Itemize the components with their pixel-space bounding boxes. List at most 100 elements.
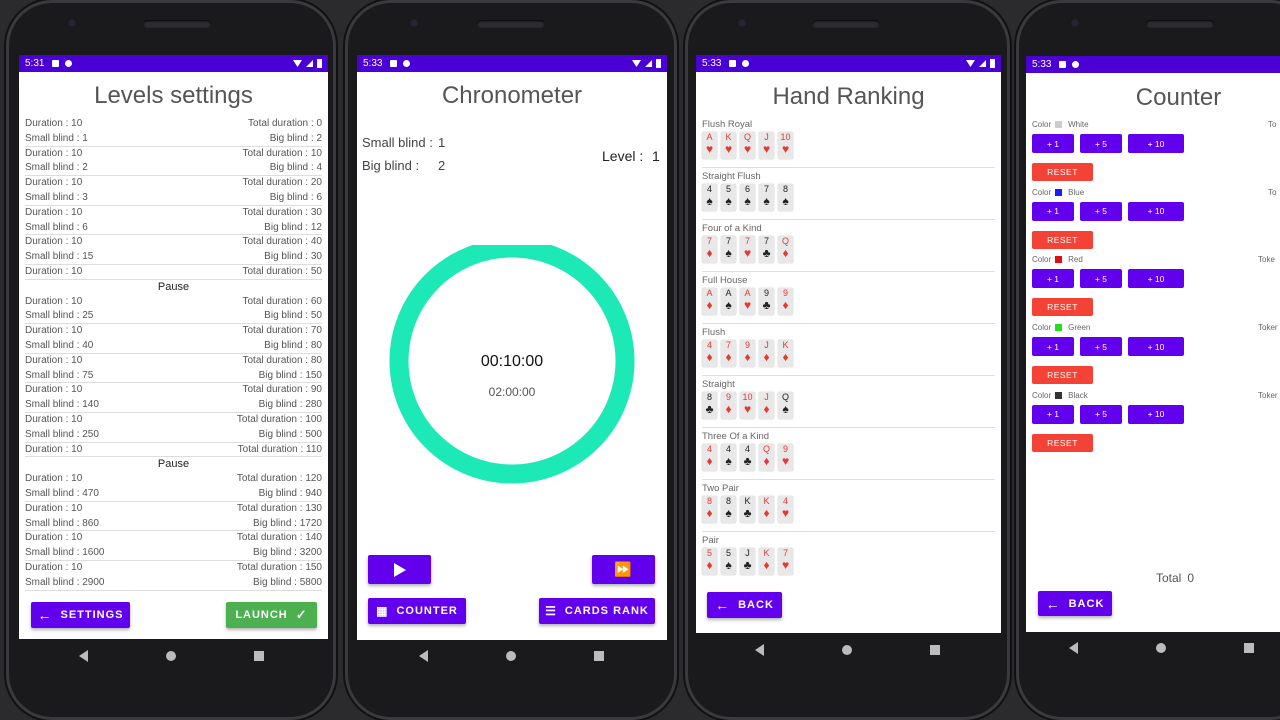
playing-card: 6 ♠: [740, 184, 755, 211]
level-row[interactable]: Duration : 10 Total duration : 0: [25, 118, 322, 129]
plus-10-button[interactable]: + 10: [1128, 201, 1184, 221]
blind-row[interactable]: Small blind : 2900 Big blind : 5800: [25, 577, 322, 588]
big-blind-value: 12: [310, 221, 322, 233]
card-suit-icon: ♥: [781, 142, 790, 156]
counter-button[interactable]: ▦ COUNTER: [368, 598, 466, 624]
blind-row[interactable]: Small blind : 1600 Big blind : 3200: [25, 547, 322, 558]
wifi-icon: [632, 60, 641, 67]
plus-1-button[interactable]: + 1: [1032, 134, 1074, 153]
blind-row[interactable]: Small blind : 860 Big blind : 1720: [25, 518, 322, 529]
nav-back-icon[interactable]: [755, 644, 764, 656]
plus-10-button[interactable]: + 10: [1128, 404, 1184, 424]
plus-1-button[interactable]: + 1: [1032, 201, 1074, 221]
reset-button[interactable]: RESET: [1032, 366, 1093, 385]
launch-button[interactable]: LAUNCH ✓: [226, 602, 317, 628]
plus-10-button[interactable]: + 10: [1128, 269, 1184, 289]
level-row[interactable]: Duration : 10 Total duration : 150: [25, 562, 322, 573]
skip-forward-button[interactable]: ⏩: [592, 555, 655, 584]
hand-cards: 8 ♦ 8 ♠ K ♣ K ♦ 4 ♥: [702, 496, 793, 523]
nav-back-icon[interactable]: [418, 650, 428, 662]
plus-5-button[interactable]: + 5: [1080, 269, 1122, 289]
play-button[interactable]: [368, 555, 431, 584]
playing-card: 8 ♠: [778, 184, 793, 211]
plus-10-button[interactable]: + 10: [1128, 134, 1184, 153]
blind-row[interactable]: Small blind : 25 Big blind : 50: [25, 310, 322, 321]
blind-row[interactable]: Small blind : 40 Big blind : 80: [25, 340, 322, 351]
plus-5-button[interactable]: + 5: [1080, 134, 1122, 153]
level-row[interactable]: Duration : 10 Total duration : 60: [25, 296, 322, 307]
nav-back-icon[interactable]: [1068, 642, 1078, 654]
reset-button[interactable]: RESET: [1032, 230, 1093, 249]
small-blind-label: Small blind :: [25, 488, 80, 499]
playing-card: 4 ♠: [702, 184, 717, 211]
level-row[interactable]: Duration : 10 Total duration : 110: [25, 444, 322, 455]
cards-rank-button[interactable]: ☰ CARDS RANK: [539, 598, 655, 624]
level-row[interactable]: Duration : 10 Total duration : 20: [25, 177, 322, 188]
token-color-row: Color Black: [1032, 391, 1088, 400]
total-duration-label: Total duration :: [236, 532, 303, 544]
duration-label: Duration :: [25, 473, 69, 485]
blind-row[interactable]: Small blind : 2 Big blind : 4: [25, 162, 322, 173]
back-button[interactable]: ← BACK: [1038, 591, 1112, 616]
nav-recent-icon[interactable]: [930, 645, 940, 655]
nav-bar: [1016, 628, 1280, 668]
plus-1-button[interactable]: + 1: [1032, 269, 1074, 289]
speaker-grille: [1146, 20, 1214, 28]
nav-recent-icon[interactable]: [1243, 643, 1254, 653]
total-duration-value: 30: [310, 206, 322, 218]
small-blind-value: 140: [82, 399, 99, 411]
pause-row[interactable]: Pause: [19, 281, 328, 293]
big-blind-label: Big blind :: [264, 310, 309, 322]
plus-5-button[interactable]: + 5: [1080, 404, 1122, 424]
row-divider: [702, 271, 995, 272]
reset-button[interactable]: RESET: [1032, 433, 1093, 452]
playing-card: Q ♦: [759, 444, 774, 471]
blind-row[interactable]: Small blind : 140 Big blind : 280: [25, 399, 322, 410]
level-row[interactable]: Duration : 10 Total duration : 140: [25, 532, 322, 543]
playing-card: A ♥: [740, 288, 755, 315]
pause-row[interactable]: Pause: [19, 458, 328, 470]
playing-card: A ♠: [721, 288, 736, 315]
level-row[interactable]: Duration : 10 Total duration : 70: [25, 325, 322, 336]
nav-back-icon[interactable]: [78, 650, 88, 662]
plus-10-button[interactable]: + 10: [1128, 337, 1184, 357]
plus-1-button[interactable]: + 1: [1032, 404, 1074, 424]
level-row[interactable]: Duration : 10 Total duration : 30: [25, 207, 322, 218]
row-divider: [25, 323, 322, 325]
nav-home-icon[interactable]: [505, 651, 516, 661]
blind-row[interactable]: Small blind : 250 Big blind : 500: [25, 429, 322, 440]
level-row[interactable]: Duration : 10 Total duration : 40: [25, 236, 322, 247]
playing-card: A ♥: [702, 132, 717, 159]
level-row[interactable]: Duration : 10 Total duration : 10: [25, 148, 322, 159]
nav-home-icon[interactable]: [842, 645, 852, 655]
settings-button[interactable]: ← SETTINGS: [31, 602, 130, 628]
nav-home-icon[interactable]: [1155, 643, 1166, 653]
blind-row[interactable]: Small blind : 6 Big blind : 12: [25, 222, 322, 233]
nav-recent-icon[interactable]: [253, 651, 264, 661]
blind-row[interactable]: Small blind : 75 Big blind : 150: [25, 370, 322, 381]
nav-bar: [345, 636, 677, 676]
color-name: White: [1068, 120, 1089, 129]
nav-home-icon[interactable]: [165, 651, 176, 661]
reset-button[interactable]: RESET: [1032, 163, 1093, 181]
level-row[interactable]: Duration : 10 Total duration : 130: [25, 503, 322, 514]
level-row[interactable]: Duration : 10 Total duration : 50: [25, 266, 322, 277]
level-row[interactable]: Duration : 10 Total duration : 120: [25, 473, 322, 484]
level-row[interactable]: Duration : 10 Total duration : 90: [25, 384, 322, 395]
duration-cell: Duration : 10: [25, 444, 82, 455]
back-button[interactable]: ← BACK: [707, 592, 782, 618]
level-row[interactable]: Duration : 10 Total duration : 80: [25, 355, 322, 366]
big-blind-cell: Big blind : 30: [264, 251, 322, 262]
blind-row[interactable]: Small blind : 3 Big blind : 6: [25, 192, 322, 203]
level-row[interactable]: Duration : 10 Total duration : 100: [25, 414, 322, 425]
plus-5-button[interactable]: + 5: [1080, 201, 1122, 221]
blind-row[interactable]: Small blind : 470 Big blind : 940: [25, 488, 322, 499]
reset-button[interactable]: RESET: [1032, 298, 1093, 317]
total-duration-cell: Total duration : 40: [242, 236, 322, 247]
plus-1-button[interactable]: + 1: [1032, 337, 1074, 357]
blind-row[interactable]: Small blind : 1 Big blind : 2: [25, 133, 322, 144]
row-divider: [702, 323, 995, 324]
nav-recent-icon[interactable]: [593, 651, 604, 661]
blind-row[interactable]: Small blind : 15 Big blind : 30: [25, 251, 322, 262]
plus-5-button[interactable]: + 5: [1080, 337, 1122, 357]
